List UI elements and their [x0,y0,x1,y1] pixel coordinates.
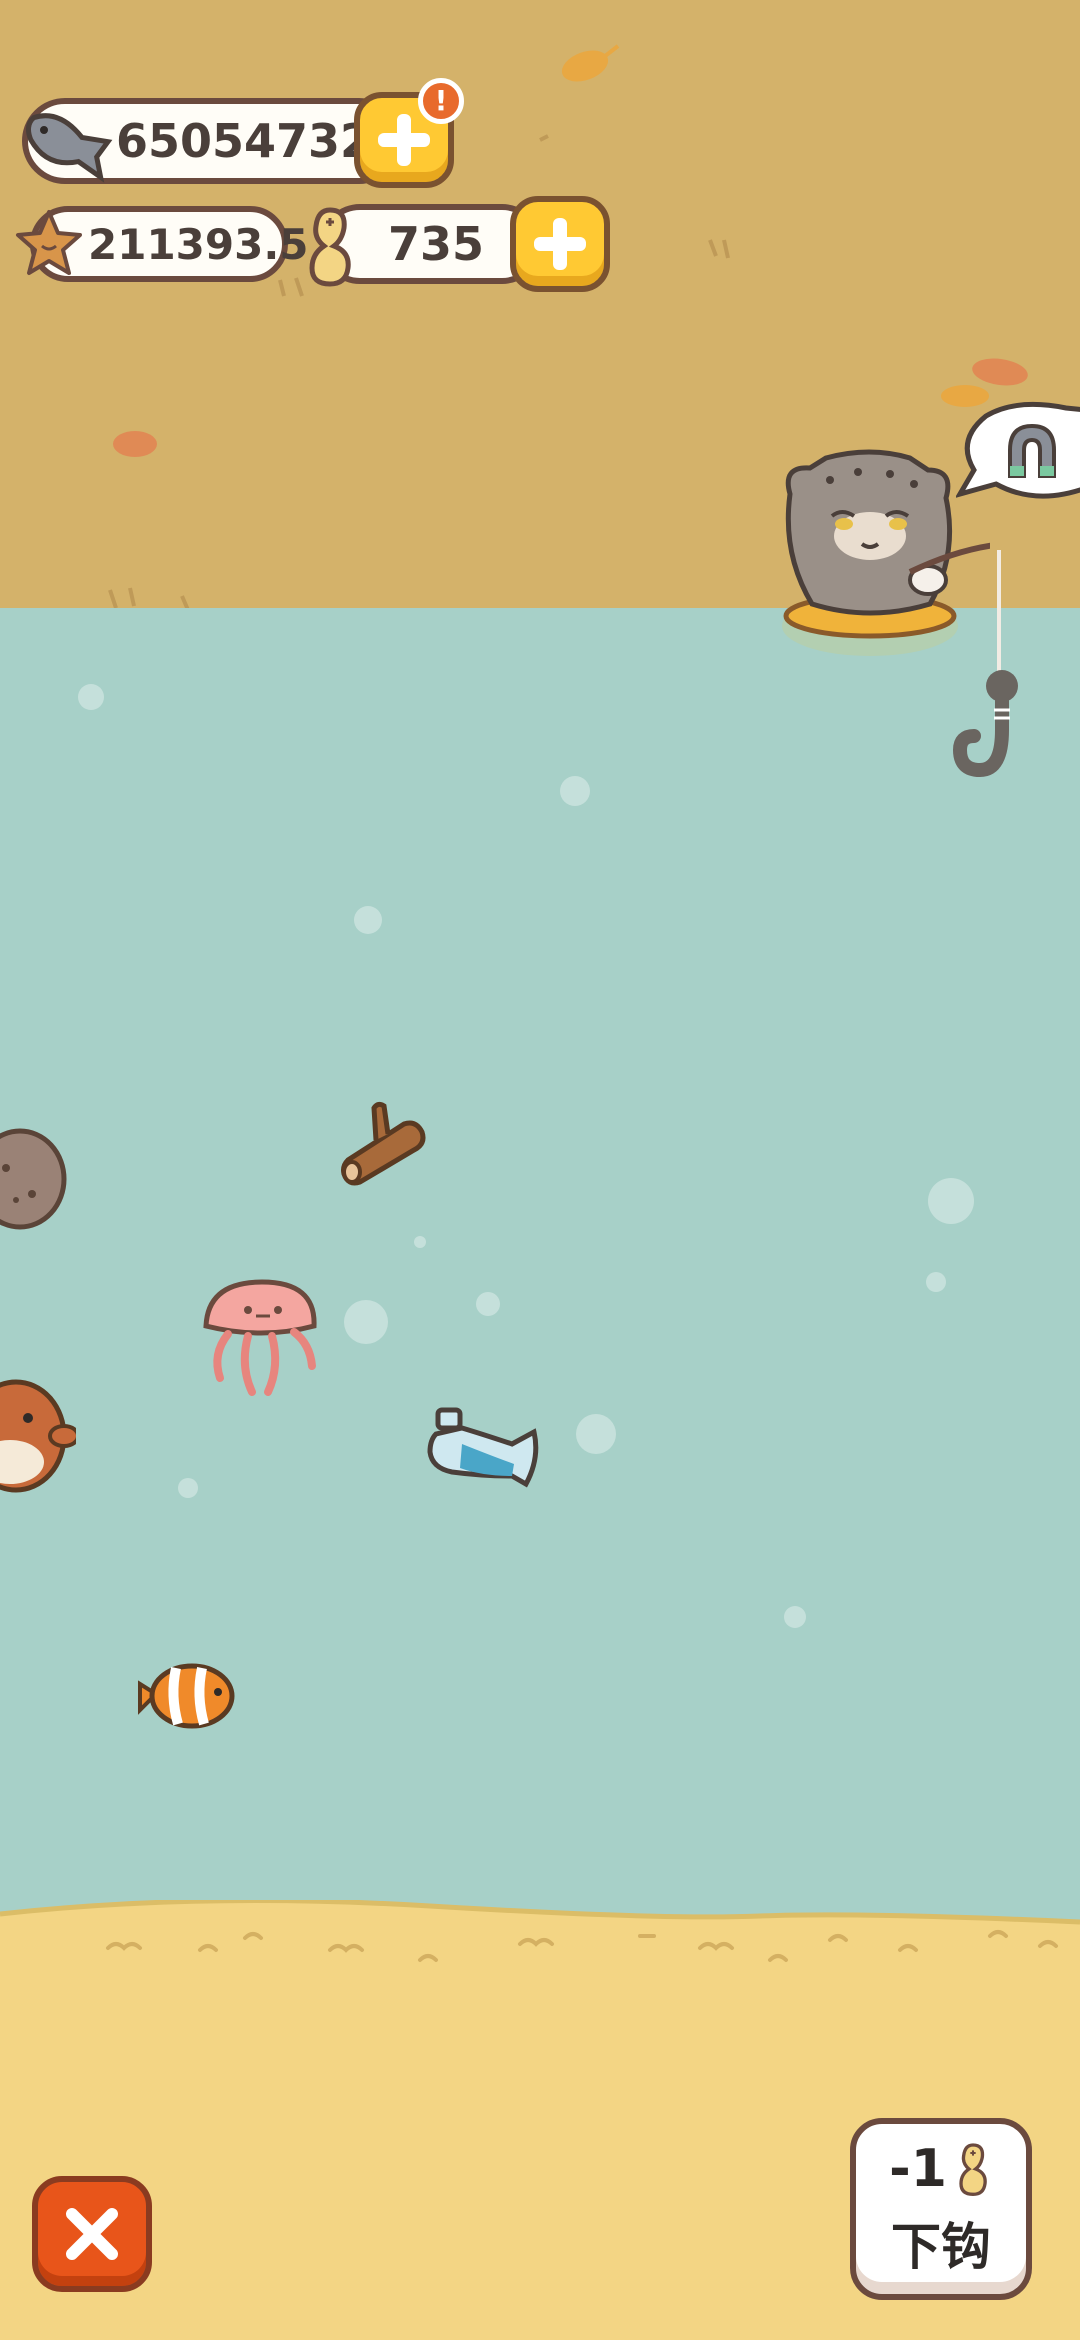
wooden-log[interactable] [338,1098,438,1190]
peanut-bait-icon [959,2143,987,2197]
horseshoe-icon [1000,420,1064,480]
pufferfish[interactable] [0,1376,80,1496]
star-icon [14,208,84,278]
star-count: 211393.5 [88,219,309,269]
add-bait-button[interactable] [510,196,610,292]
plus-icon [378,114,430,166]
water-bubble [78,684,104,710]
peanut-bait-icon [300,204,360,288]
jellyfish[interactable] [198,1276,328,1426]
water-bubble [576,1414,616,1454]
water-bubble [784,1606,806,1628]
fishing-hook[interactable] [950,660,1040,800]
water-bubble [560,776,590,806]
water-bubble [354,906,382,934]
water-bubble [926,1272,946,1292]
close-button[interactable] [32,2176,152,2292]
water-bubble [178,1478,198,1498]
speech-bubble [954,396,1080,506]
clownfish[interactable] [136,1654,236,1734]
boulder-fish[interactable] [0,1124,70,1234]
plus-icon [534,218,586,270]
close-icon [66,2208,118,2260]
water-bubble [476,1292,500,1316]
hook-label: 下钩 [891,2218,991,2276]
fish-icon [20,100,120,184]
hook-cost: -1 [889,2139,947,2199]
alert-badge: ! [418,78,464,124]
bait-count: 735 [388,217,485,271]
cast-hook-button[interactable]: -1 下钩 [850,2118,1032,2300]
glass-bottle[interactable] [422,1404,542,1490]
water-bubble [344,1300,388,1344]
water-bubble [414,1236,426,1248]
water-bubble [928,1178,974,1224]
